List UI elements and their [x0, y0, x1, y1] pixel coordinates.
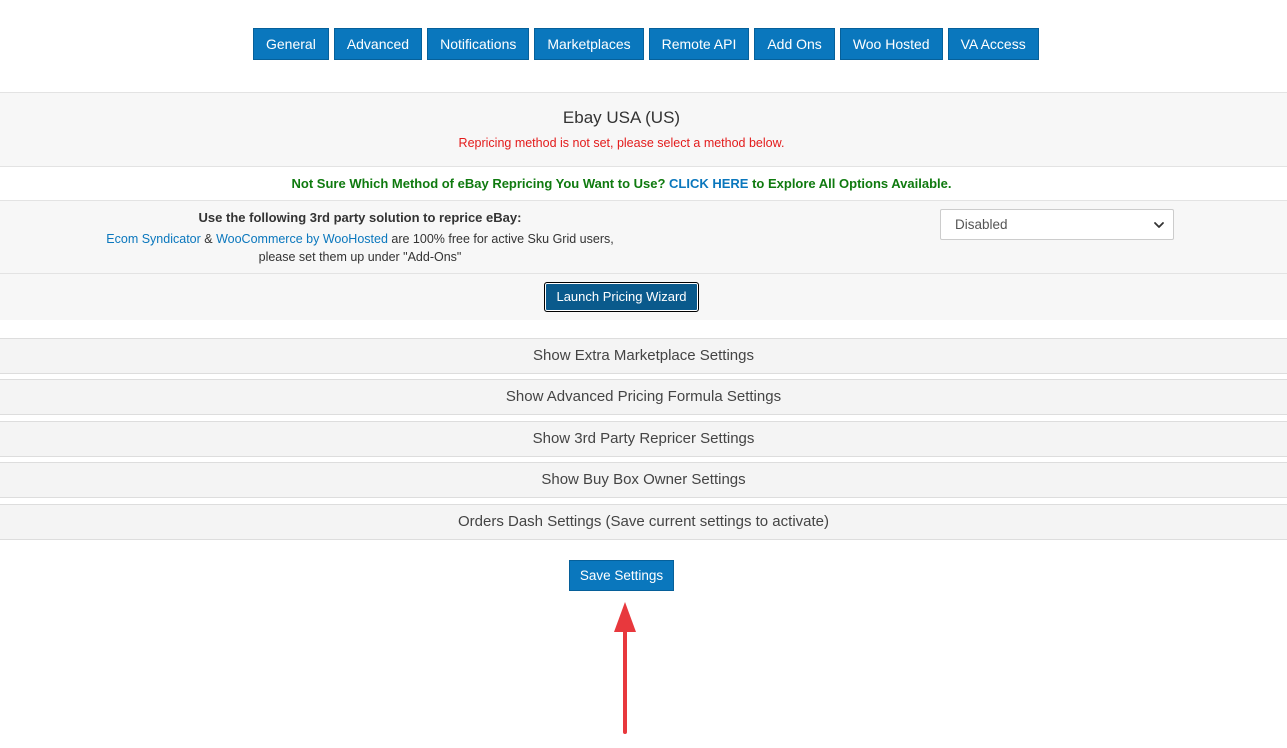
repricer-select-value: Disabled: [955, 217, 1008, 232]
accordion-label: Show 3rd Party Repricer Settings: [532, 430, 755, 447]
launch-pricing-wizard-button[interactable]: Launch Pricing Wizard: [544, 282, 699, 312]
tab-woo-hosted[interactable]: Woo Hosted: [839, 28, 943, 60]
accordion-label: Show Extra Marketplace Settings: [533, 347, 754, 364]
third-party-repricer-settings-toggle[interactable]: Show 3rd Party Repricer Settings: [0, 421, 1287, 457]
tab-add-ons[interactable]: Add Ons: [754, 28, 835, 60]
notice-suffix: to Explore All Options Available.: [748, 176, 952, 191]
tab-notifications[interactable]: Notifications: [427, 28, 530, 60]
third-party-repricer-row: Use the following 3rd party solution to …: [0, 200, 1287, 274]
accordion-label: Show Buy Box Owner Settings: [541, 471, 746, 488]
tab-remote-api[interactable]: Remote API: [648, 28, 750, 60]
accordion-label: Show Advanced Pricing Formula Settings: [505, 388, 782, 405]
repricer-select[interactable]: Disabled: [940, 209, 1174, 240]
free-users-text: are 100% free for active Sku Grid users,: [387, 232, 614, 246]
settings-tab-bar: General Advanced Notifications Marketpla…: [253, 28, 1039, 60]
ampersand-text: &: [200, 232, 217, 246]
marketplace-title: Ebay USA (US): [562, 108, 681, 127]
repricing-warning: Repricing method is not set, please sele…: [458, 136, 785, 150]
click-here-link[interactable]: CLICK HERE: [669, 176, 748, 191]
advanced-pricing-formula-toggle[interactable]: Show Advanced Pricing Formula Settings: [0, 379, 1287, 415]
extra-marketplace-settings-toggle[interactable]: Show Extra Marketplace Settings: [0, 338, 1287, 374]
orders-dash-settings-toggle[interactable]: Orders Dash Settings (Save current setti…: [0, 504, 1287, 540]
notice-prefix: Not Sure Which Method of eBay Repricing …: [291, 176, 670, 191]
tab-general[interactable]: General: [253, 28, 329, 60]
third-party-line-1: Ecom Syndicator & WooCommerce by WooHost…: [80, 230, 640, 248]
accordion-label: Orders Dash Settings (Save current setti…: [458, 513, 829, 530]
buy-box-owner-settings-toggle[interactable]: Show Buy Box Owner Settings: [0, 462, 1287, 498]
chevron-down-icon: [1154, 222, 1164, 228]
third-party-heading: Use the following 3rd party solution to …: [198, 210, 522, 225]
save-settings-button[interactable]: Save Settings: [569, 560, 674, 591]
pricing-wizard-row: Launch Pricing Wizard: [0, 274, 1287, 320]
ecom-syndicator-link[interactable]: Ecom Syndicator: [106, 232, 200, 246]
third-party-info: Use the following 3rd party solution to …: [80, 209, 640, 266]
repricing-method-notice: Not Sure Which Method of eBay Repricing …: [0, 167, 1243, 200]
woohosted-link[interactable]: WooCommerce by WooHosted: [216, 232, 388, 246]
third-party-line-2: please set them up under "Add-Ons": [258, 250, 462, 264]
tab-va-access[interactable]: VA Access: [947, 28, 1039, 60]
tab-advanced[interactable]: Advanced: [333, 28, 423, 60]
tab-marketplaces[interactable]: Marketplaces: [534, 28, 644, 60]
marketplace-header: Ebay USA (US) Repricing method is not se…: [0, 92, 1287, 167]
red-arrow-icon: [614, 602, 636, 734]
